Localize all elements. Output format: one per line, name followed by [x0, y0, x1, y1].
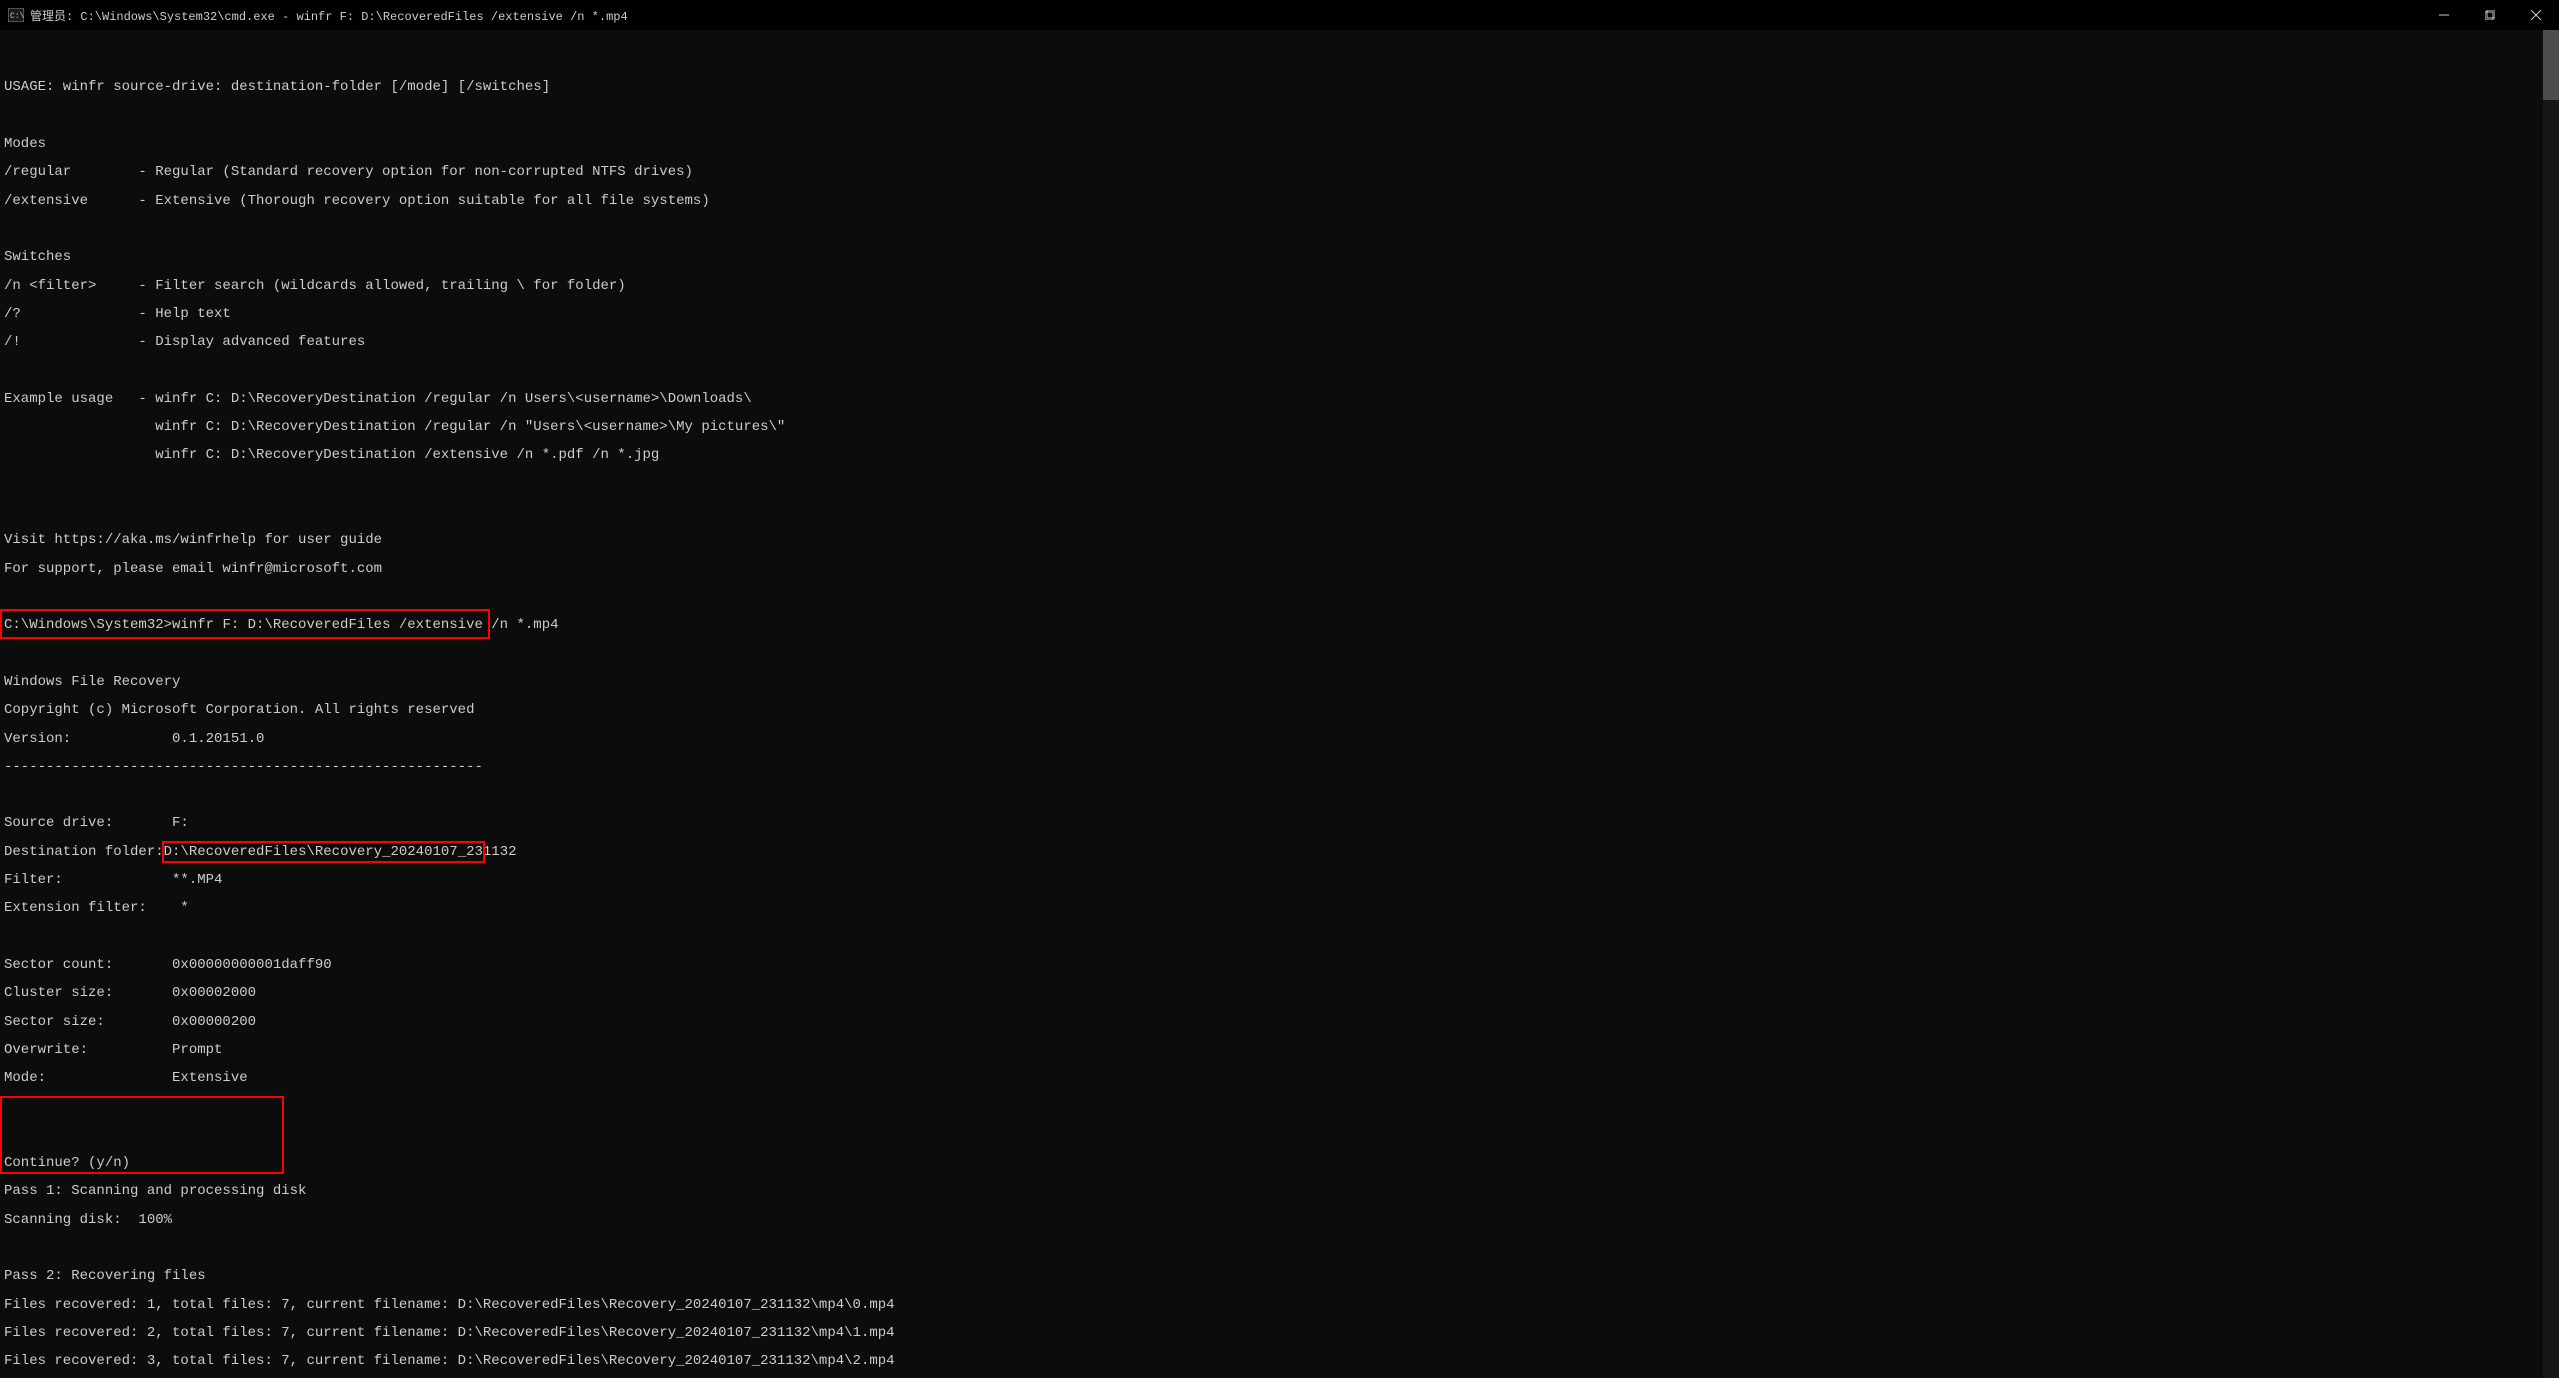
- maximize-button[interactable]: [2467, 0, 2513, 30]
- cluster-size: Cluster size: 0x00002000: [4, 986, 2555, 1000]
- scrollbar-thumb[interactable]: [2543, 30, 2559, 100]
- destination-value: D:\RecoveredFiles\Recovery_20240107_2311…: [164, 844, 517, 860]
- mode-line: Mode: Extensive: [4, 1071, 2555, 1085]
- terminal-output[interactable]: USAGE: winfr source-drive: destination-f…: [0, 30, 2559, 1378]
- scanning-line: Scanning disk: 100%: [4, 1213, 2555, 1227]
- version-line: Version: 0.1.20151.0: [4, 732, 2555, 746]
- pass2-line: Pass 2: Recovering files: [4, 1269, 2555, 1283]
- window-title: 管理员: C:\Windows\System32\cmd.exe - winfr…: [30, 7, 628, 24]
- window-titlebar: C:\ 管理员: C:\Windows\System32\cmd.exe - w…: [0, 0, 2559, 30]
- source-drive-value: F:: [172, 815, 189, 831]
- mode-regular: /regular - Regular (Standard recovery op…: [4, 165, 2555, 179]
- sector-count: Sector count: 0x00000000001daff90: [4, 958, 2555, 972]
- modes-header: Modes: [4, 137, 2555, 151]
- source-drive-line: Source drive: F:: [4, 816, 2555, 830]
- overwrite: Overwrite: Prompt: [4, 1043, 2555, 1057]
- app-name: Windows File Recovery: [4, 675, 2555, 689]
- divider: ----------------------------------------…: [4, 760, 2555, 774]
- prompt-command: winfr F: D:\RecoveredFiles /extensive /n…: [172, 617, 558, 633]
- support-mail: For support, please email winfr@microsof…: [4, 562, 2555, 576]
- source-drive-label: Source drive:: [4, 815, 172, 831]
- continue-prompt: Continue? (y/n): [4, 1156, 2555, 1170]
- destination-line: Destination folder:D:\RecoveredFiles\Rec…: [4, 845, 2555, 859]
- example-header: Example usage - winfr C: D:\RecoveryDest…: [4, 392, 2555, 406]
- filter-line: Filter: **.MP4: [4, 873, 2555, 887]
- sector-size: Sector size: 0x00000200: [4, 1015, 2555, 1029]
- switch-n: /n <filter> - Filter search (wildcards a…: [4, 279, 2555, 293]
- copyright: Copyright (c) Microsoft Corporation. All…: [4, 703, 2555, 717]
- help-url: Visit https://aka.ms/winfrhelp for user …: [4, 533, 2555, 547]
- vertical-scrollbar[interactable]: [2543, 30, 2559, 1378]
- usage-line: USAGE: winfr source-drive: destination-f…: [4, 80, 2555, 94]
- recovered-2: Files recovered: 2, total files: 7, curr…: [4, 1326, 2555, 1340]
- window-controls: [2421, 0, 2559, 30]
- switch-help: /? - Help text: [4, 307, 2555, 321]
- destination-label: Destination folder:: [4, 844, 164, 860]
- recovered-3: Files recovered: 3, total files: 7, curr…: [4, 1354, 2555, 1368]
- prompt-prefix: C:\Windows\System32>: [4, 617, 172, 633]
- switch-adv: /! - Display advanced features: [4, 335, 2555, 349]
- example-line2: winfr C: D:\RecoveryDestination /regular…: [4, 420, 2555, 434]
- prompt-line: C:\Windows\System32>winfr F: D:\Recovere…: [4, 618, 2555, 632]
- mode-extensive: /extensive - Extensive (Thorough recover…: [4, 194, 2555, 208]
- close-button[interactable]: [2513, 0, 2559, 30]
- example-line3: winfr C: D:\RecoveryDestination /extensi…: [4, 448, 2555, 462]
- switches-header: Switches: [4, 250, 2555, 264]
- minimize-button[interactable]: [2421, 0, 2467, 30]
- svg-text:C:\: C:\: [10, 12, 24, 21]
- recovered-1: Files recovered: 1, total files: 7, curr…: [4, 1298, 2555, 1312]
- cmd-icon: C:\: [8, 8, 24, 22]
- extfilter-line: Extension filter: *: [4, 901, 2555, 915]
- pass1-line: Pass 1: Scanning and processing disk: [4, 1184, 2555, 1198]
